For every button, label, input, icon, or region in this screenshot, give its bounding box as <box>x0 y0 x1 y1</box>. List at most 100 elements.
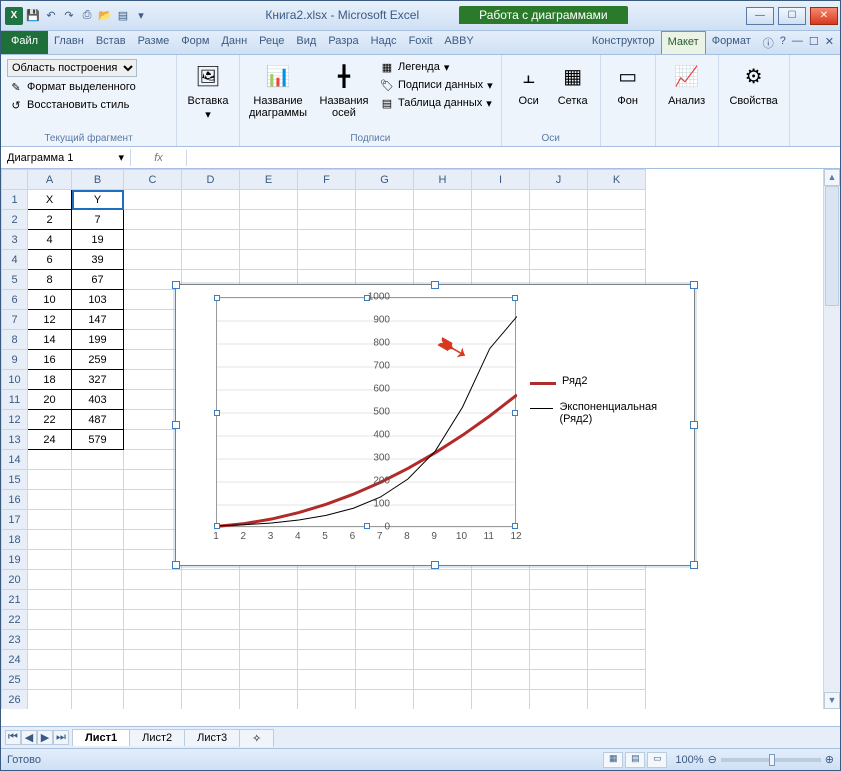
cell[interactable] <box>124 590 182 610</box>
zoom-out-button[interactable]: ⊖ <box>708 753 717 766</box>
cell[interactable] <box>124 210 182 230</box>
cell[interactable] <box>530 250 588 270</box>
window-inner-close[interactable]: ✕ <box>825 35 834 50</box>
cell[interactable] <box>28 550 72 570</box>
cell[interactable] <box>124 670 182 690</box>
minimize-button[interactable]: — <box>746 7 774 25</box>
cell[interactable] <box>124 510 182 530</box>
cell[interactable]: 199 <box>72 330 124 350</box>
formula-input[interactable] <box>187 156 840 160</box>
cell[interactable] <box>124 290 182 310</box>
cell[interactable] <box>124 390 182 410</box>
cell[interactable] <box>472 650 530 670</box>
cell[interactable] <box>472 230 530 250</box>
open-icon[interactable]: 📂 <box>97 8 113 24</box>
cell[interactable] <box>182 650 240 670</box>
cell[interactable] <box>298 630 356 650</box>
cell[interactable] <box>414 250 472 270</box>
cell[interactable]: 39 <box>72 250 124 270</box>
cell[interactable] <box>28 650 72 670</box>
cell[interactable] <box>240 210 298 230</box>
cell[interactable]: 19 <box>72 230 124 250</box>
plot-handle[interactable] <box>512 523 518 529</box>
cell[interactable] <box>588 190 646 210</box>
cell[interactable]: X <box>28 190 72 210</box>
cell[interactable] <box>28 610 72 630</box>
window-inner-min[interactable]: — <box>792 35 803 50</box>
cell[interactable] <box>472 210 530 230</box>
cell[interactable] <box>530 590 588 610</box>
cell[interactable] <box>72 490 124 510</box>
cell[interactable]: 7 <box>72 210 124 230</box>
cell[interactable] <box>124 650 182 670</box>
cell[interactable]: 259 <box>72 350 124 370</box>
cell[interactable] <box>588 650 646 670</box>
cell[interactable] <box>588 690 646 710</box>
cell[interactable] <box>124 470 182 490</box>
cell[interactable] <box>28 510 72 530</box>
print-icon[interactable]: ⎙ <box>79 8 95 24</box>
cell[interactable] <box>182 250 240 270</box>
resize-handle[interactable] <box>431 561 439 569</box>
cell[interactable]: 6 <box>28 250 72 270</box>
analysis-button[interactable]: 📈Анализ <box>662 59 712 109</box>
tab-review[interactable]: Реце <box>253 31 290 54</box>
cell[interactable] <box>124 530 182 550</box>
cell[interactable] <box>530 670 588 690</box>
tab-foxit[interactable]: Foxit <box>403 31 439 54</box>
cell[interactable] <box>414 190 472 210</box>
sheet-tab[interactable]: Лист2 <box>129 729 185 746</box>
cell[interactable] <box>298 570 356 590</box>
cell[interactable] <box>356 190 414 210</box>
cell[interactable] <box>28 590 72 610</box>
background-button[interactable]: ▭Фон <box>607 59 649 109</box>
undo-icon[interactable]: ↶ <box>43 8 59 24</box>
quickprint-icon[interactable]: ▾ <box>133 8 149 24</box>
cell[interactable] <box>72 570 124 590</box>
chart-title-button[interactable]: 📊Название диаграммы <box>246 59 310 121</box>
cell[interactable] <box>472 190 530 210</box>
cell[interactable] <box>182 670 240 690</box>
cell[interactable]: Y <box>72 190 124 210</box>
cell[interactable] <box>28 630 72 650</box>
cell[interactable] <box>414 610 472 630</box>
cell[interactable] <box>182 190 240 210</box>
chevron-down-icon[interactable]: ▾ <box>118 151 124 164</box>
zoom-slider[interactable] <box>721 758 821 762</box>
cell[interactable] <box>240 690 298 710</box>
cell[interactable] <box>530 190 588 210</box>
cell[interactable] <box>28 470 72 490</box>
cell[interactable] <box>124 230 182 250</box>
view-pagebreak[interactable]: ▭ <box>647 752 667 768</box>
cell[interactable] <box>124 610 182 630</box>
cell[interactable]: 403 <box>72 390 124 410</box>
cell[interactable] <box>240 570 298 590</box>
cell[interactable]: 487 <box>72 410 124 430</box>
cell[interactable] <box>588 630 646 650</box>
cell[interactable] <box>182 690 240 710</box>
save-icon[interactable]: 💾 <box>25 8 41 24</box>
cell[interactable] <box>472 570 530 590</box>
axes-button[interactable]: ⫠Оси <box>508 59 550 109</box>
cell[interactable]: 2 <box>28 210 72 230</box>
cell[interactable] <box>124 690 182 710</box>
cell[interactable] <box>72 690 124 710</box>
cell[interactable] <box>72 510 124 530</box>
cell[interactable] <box>356 250 414 270</box>
file-tab[interactable]: Файл <box>1 31 48 54</box>
cell[interactable] <box>72 550 124 570</box>
cell[interactable] <box>72 450 124 470</box>
sheet-nav-prev[interactable]: ◀ <box>21 730 37 745</box>
cell[interactable]: 8 <box>28 270 72 290</box>
cell[interactable] <box>414 650 472 670</box>
cell[interactable] <box>72 650 124 670</box>
tab-view[interactable]: Вид <box>290 31 322 54</box>
cell[interactable] <box>124 370 182 390</box>
cell[interactable] <box>124 350 182 370</box>
cell[interactable]: 327 <box>72 370 124 390</box>
new-icon[interactable]: ▤ <box>115 8 131 24</box>
tab-data[interactable]: Данн <box>215 31 253 54</box>
cell[interactable] <box>28 570 72 590</box>
cell[interactable] <box>182 230 240 250</box>
cell[interactable] <box>240 610 298 630</box>
